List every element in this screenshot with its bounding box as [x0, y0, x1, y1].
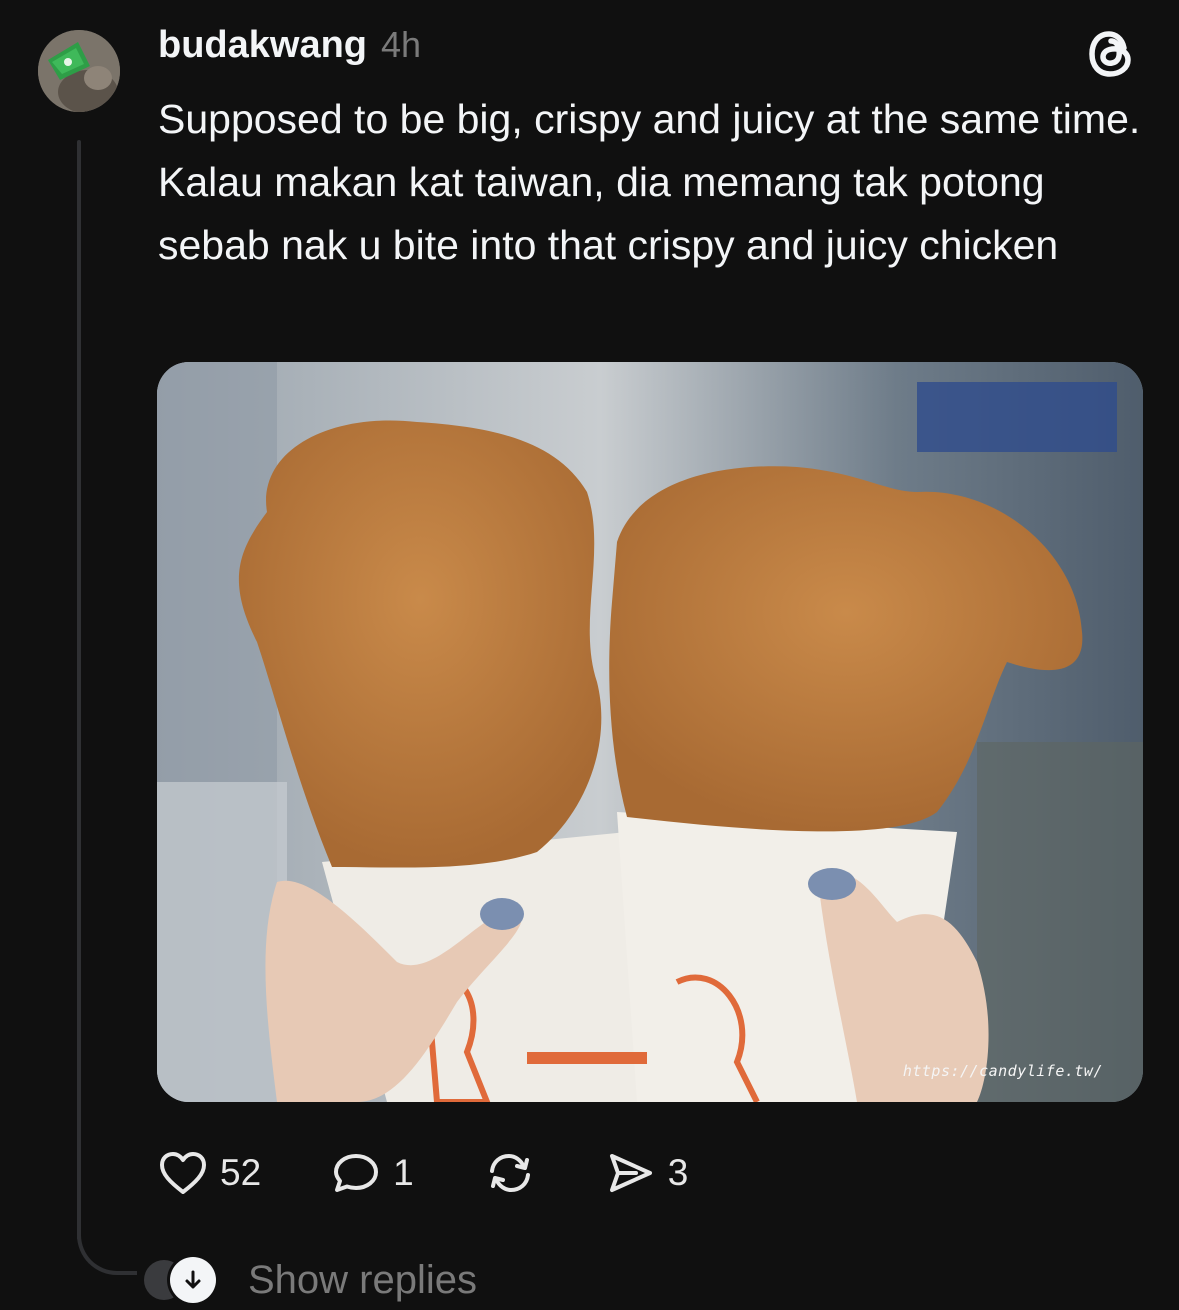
repost-button[interactable]: [484, 1149, 536, 1197]
share-button[interactable]: 3: [606, 1150, 689, 1196]
username[interactable]: budakwang: [158, 24, 367, 67]
action-bar: 52 1 3: [158, 1143, 758, 1203]
share-count: 3: [667, 1152, 689, 1193]
avatar[interactable]: [38, 30, 120, 112]
comment-button[interactable]: 1: [331, 1150, 414, 1196]
comment-icon: [334, 1154, 379, 1192]
image-watermark: https://candylife.tw/: [902, 1062, 1103, 1080]
share-icon: [609, 1154, 652, 1192]
arrow-down-icon: [170, 1257, 216, 1303]
post-time: 4h: [381, 24, 422, 65]
threads-logo-icon[interactable]: [1082, 24, 1142, 84]
thread-line: [77, 140, 81, 1240]
post-text: Supposed to be big, crispy and juicy at …: [158, 96, 1141, 268]
comment-count: 1: [393, 1152, 414, 1193]
thread-line-curve: [77, 1225, 137, 1275]
show-replies-button[interactable]: Show replies: [144, 1252, 477, 1308]
like-count: 52: [220, 1152, 262, 1193]
show-replies-label: Show replies: [248, 1257, 478, 1302]
post-image[interactable]: https://candylife.tw/: [157, 362, 1143, 1102]
post-header: budakwang 4h: [158, 24, 421, 74]
repost-icon: [489, 1153, 530, 1193]
heart-icon: [160, 1152, 206, 1194]
like-button[interactable]: 52: [158, 1150, 261, 1196]
